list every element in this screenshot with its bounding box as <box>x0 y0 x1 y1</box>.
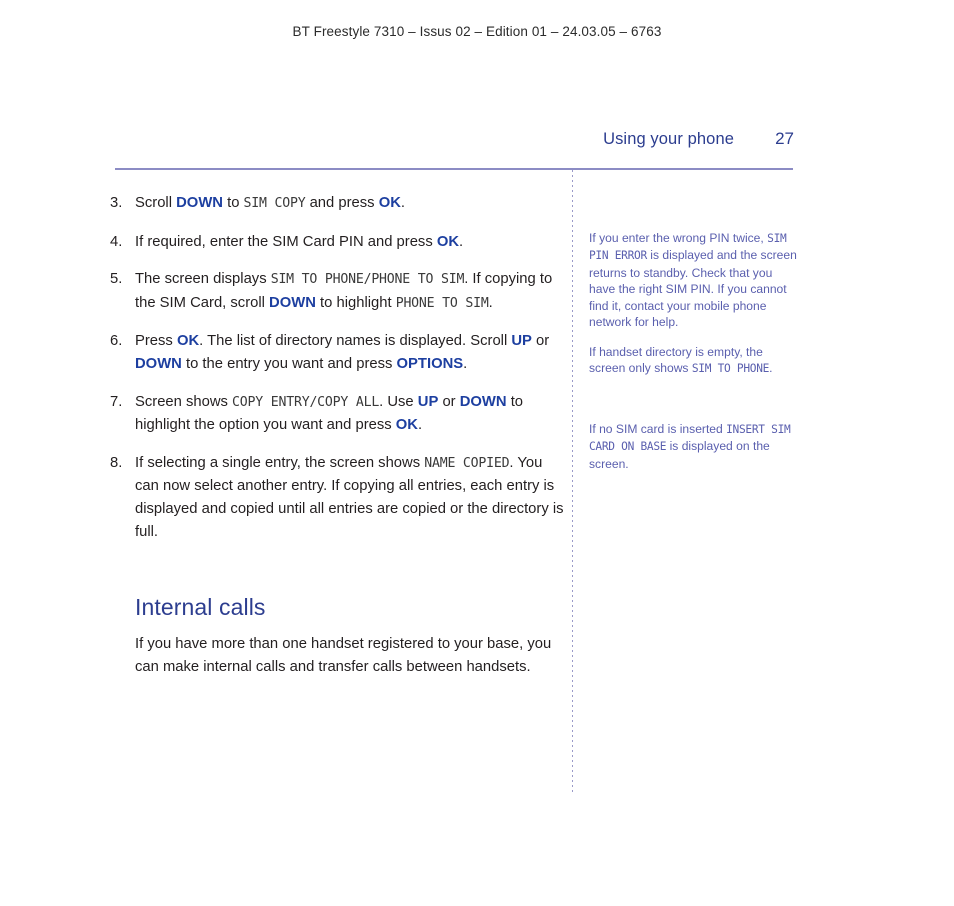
step-item: 8. If selecting a single entry, the scree… <box>110 452 570 543</box>
step-text: If selecting a single entry, the screen … <box>135 454 564 540</box>
keyword-emphasis: UP <box>511 333 532 350</box>
step-number: 5. <box>110 271 123 288</box>
step-text: Press OK. The list of directory names is… <box>135 333 550 372</box>
header-rule <box>115 168 793 170</box>
side-note: If you enter the wrong PIN twice, SIM PI… <box>589 231 797 330</box>
lcd-display-text: SIM COPY <box>243 196 306 211</box>
step-item: 5. The screen displays SIM TO PHONE/PHONE… <box>110 268 570 315</box>
step-text: If required, enter the SIM Card PIN and … <box>135 233 464 250</box>
step-item: 6. Press OK. The list of directory names … <box>110 330 570 375</box>
side-note: If handset directory is empty, the scree… <box>589 345 773 376</box>
lcd-display-text: PHONE TO SIM <box>395 295 489 311</box>
keyword-emphasis: DOWN <box>176 195 223 211</box>
step-item: 3. Scroll DOWN to SIM COPY and press OK. <box>110 192 570 216</box>
step-text: Screen shows COPY ENTRY/COPY ALL. Use UP… <box>135 393 524 434</box>
page-number: 27 <box>775 129 794 148</box>
lcd-display-text: NAME COPIED <box>424 455 510 471</box>
step-number: 7. <box>110 393 123 410</box>
numbered-step-list: 3. Scroll DOWN to SIM COPY and press OK. 4… <box>110 192 570 543</box>
step-number: 3. <box>110 195 123 211</box>
lcd-display-text: SIM PIN ERROR <box>589 232 787 263</box>
step-text: Scroll DOWN to SIM COPY and press OK. <box>135 195 406 211</box>
keyword-emphasis: DOWN <box>269 294 316 311</box>
step-item: 7. Screen shows COPY ENTRY/COPY ALL. Use … <box>110 391 570 437</box>
subsection-body-text: If you have more than one handset regist… <box>135 636 552 675</box>
step-number: 6. <box>110 333 123 350</box>
keyword-emphasis: OK <box>378 195 401 211</box>
keyword-emphasis: UP <box>417 393 439 410</box>
lcd-display-text: SIM TO PHONE <box>691 362 770 376</box>
step-number: 4. <box>110 233 123 250</box>
main-content-column: 3. Scroll DOWN to SIM COPY and press OK. 4… <box>110 192 570 558</box>
keyword-emphasis: OK <box>176 333 200 350</box>
keyword-emphasis: OK <box>436 233 460 250</box>
lcd-display-text: COPY ENTRY/COPY ALL <box>232 394 380 410</box>
page-header: Using your phone 27 <box>115 129 794 149</box>
side-note: If no SIM card is inserted INSERT SIM CA… <box>589 422 791 471</box>
keyword-emphasis: OK <box>395 417 418 434</box>
keyword-emphasis: DOWN <box>459 393 507 410</box>
keyword-emphasis: DOWN <box>135 355 182 372</box>
keyword-emphasis: OPTIONS <box>396 355 464 372</box>
lcd-display-text: SIM TO PHONE/PHONE TO SIM <box>270 272 465 288</box>
lcd-display-text: INSERT SIM CARD ON BASE <box>589 423 791 454</box>
step-item: 4. If required, enter the SIM Card PIN an… <box>110 231 570 254</box>
section-title: Using your phone <box>603 130 734 148</box>
column-divider <box>572 170 573 795</box>
document-running-header: BT Freestyle 7310 – Issus 02 – Edition 0… <box>292 24 662 39</box>
step-number: 8. <box>110 454 123 471</box>
step-text: The screen displays SIM TO PHONE/PHONE T… <box>135 271 553 311</box>
subsection-heading: Internal calls <box>135 594 266 620</box>
